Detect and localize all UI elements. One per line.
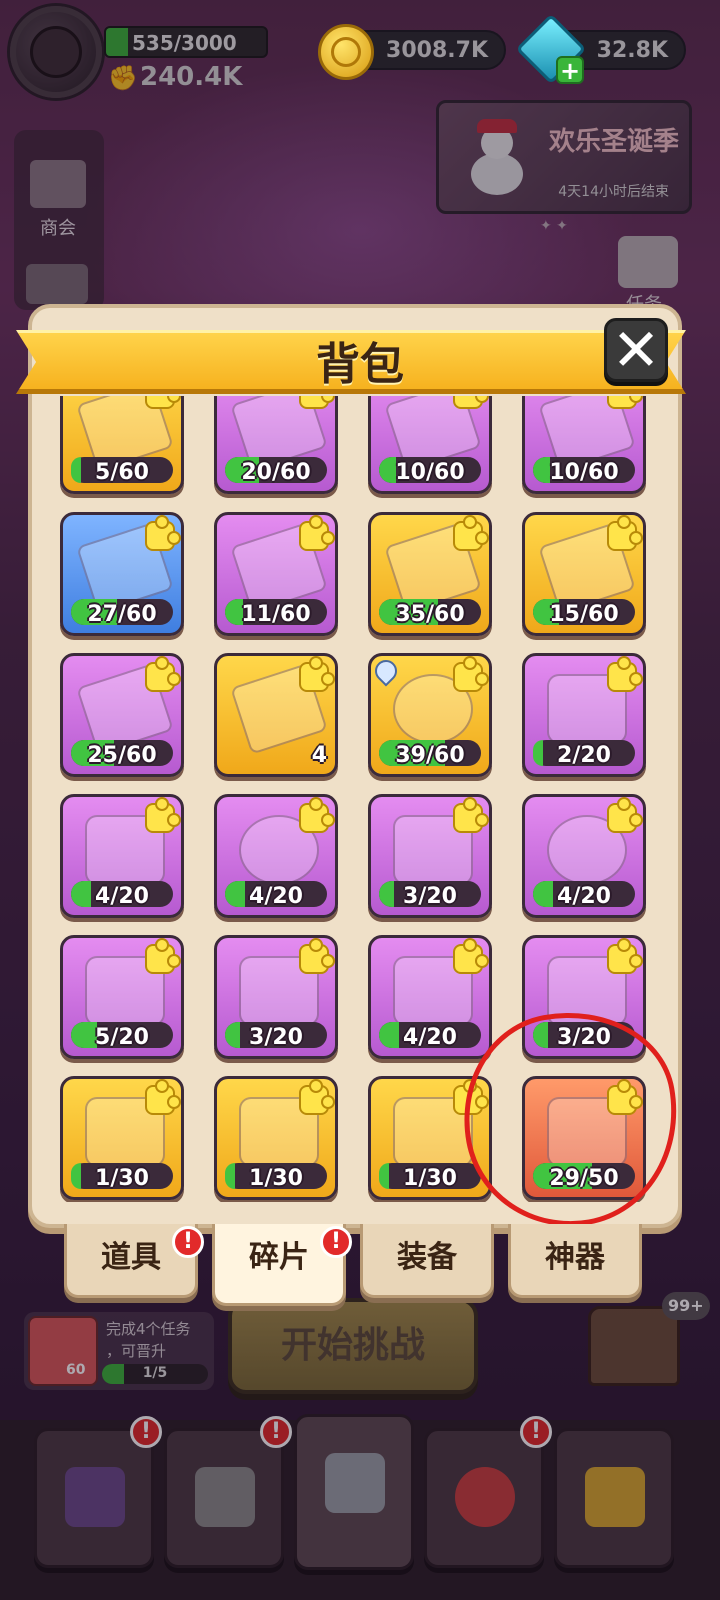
item-card[interactable]: 4/20 <box>60 794 184 918</box>
tab-label: 道具 <box>101 1240 161 1275</box>
item-card[interactable]: 1/30 <box>60 1076 184 1200</box>
fragment-count: 4/20 <box>557 884 611 909</box>
puzzle-piece-icon <box>299 1079 335 1115</box>
tab-label: 神器 <box>545 1240 605 1275</box>
item-card[interactable]: 25/60 <box>60 653 184 777</box>
item-card[interactable]: 4 <box>214 653 338 777</box>
tab-label: 碎片 <box>249 1240 309 1275</box>
item-card[interactable]: 4/20 <box>368 935 492 1059</box>
close-button[interactable]: ✕ <box>604 318 668 382</box>
item-card[interactable]: 29/50 <box>522 1076 646 1200</box>
water-drop-icon <box>371 656 402 687</box>
item-card[interactable]: 39/60 <box>368 653 492 777</box>
fragment-count: 3/20 <box>403 884 457 909</box>
fragment-count: 35/60 <box>395 602 465 627</box>
puzzle-piece-icon <box>453 656 489 692</box>
coin-icon <box>318 24 374 80</box>
puzzle-piece-icon <box>145 515 181 551</box>
fragment-count: 1/30 <box>95 1166 149 1191</box>
item-card[interactable]: 5/20 <box>60 935 184 1059</box>
puzzle-piece-icon <box>607 396 643 409</box>
fragment-count: 11/60 <box>241 602 311 627</box>
item-card[interactable]: 35/60 <box>368 512 492 636</box>
puzzle-piece-icon <box>299 656 335 692</box>
item-card[interactable]: 15/60 <box>522 512 646 636</box>
puzzle-piece-icon <box>607 1079 643 1115</box>
fragment-count: 15/60 <box>549 602 619 627</box>
item-card[interactable]: 5/60 <box>60 396 184 494</box>
fragment-count: 25/60 <box>87 743 157 768</box>
item-card[interactable]: 27/60 <box>60 512 184 636</box>
puzzle-piece-icon <box>453 515 489 551</box>
puzzle-piece-icon <box>453 797 489 833</box>
item-card[interactable]: 10/60 <box>368 396 492 494</box>
item-card[interactable]: 10/60 <box>522 396 646 494</box>
puzzle-piece-icon <box>145 797 181 833</box>
puzzle-piece-icon <box>453 1079 489 1115</box>
puzzle-piece-icon <box>145 938 181 974</box>
fragment-count: 20/60 <box>241 460 311 485</box>
fragment-count: 3/20 <box>557 1025 611 1050</box>
add-gems-button[interactable]: + <box>556 56 584 84</box>
puzzle-piece-icon <box>607 656 643 692</box>
item-card[interactable]: 2/20 <box>522 653 646 777</box>
fragment-count: 3/20 <box>249 1025 303 1050</box>
puzzle-piece-icon <box>145 396 181 409</box>
puzzle-piece-icon <box>299 938 335 974</box>
notification-badge: ! <box>320 1226 352 1258</box>
puzzle-piece-icon <box>453 396 489 409</box>
item-card[interactable]: 3/20 <box>214 935 338 1059</box>
fragment-count: 1/30 <box>403 1166 457 1191</box>
puzzle-piece-icon <box>299 396 335 409</box>
fragment-count: 10/60 <box>395 460 465 485</box>
tab-artifacts[interactable]: 神器 <box>508 1224 642 1298</box>
fragment-count: 39/60 <box>395 743 465 768</box>
fragment-count: 5/60 <box>95 460 149 485</box>
item-card[interactable]: 3/20 <box>368 794 492 918</box>
puzzle-piece-icon <box>299 797 335 833</box>
puzzle-piece-icon <box>145 1079 181 1115</box>
puzzle-piece-icon <box>607 797 643 833</box>
fragment-count: 1/30 <box>249 1166 303 1191</box>
fragment-count: 10/60 <box>549 460 619 485</box>
item-card[interactable]: 1/30 <box>214 1076 338 1200</box>
item-card[interactable]: 3/20 <box>522 935 646 1059</box>
item-card[interactable]: 1/30 <box>368 1076 492 1200</box>
fragment-count: 4/20 <box>95 884 149 909</box>
fragment-count: 27/60 <box>87 602 157 627</box>
fragment-count: 4/20 <box>249 884 303 909</box>
item-quantity: 4 <box>311 743 327 768</box>
puzzle-piece-icon <box>145 656 181 692</box>
item-card[interactable]: 4/20 <box>522 794 646 918</box>
fragment-count: 2/20 <box>557 743 611 768</box>
item-card[interactable]: 20/60 <box>214 396 338 494</box>
fragment-count: 29/50 <box>549 1166 619 1191</box>
item-card[interactable]: 11/60 <box>214 512 338 636</box>
item-grid: 5/60 20/60 10/60 10/60 27/60 11/60 35/60 15/60 2… <box>40 396 666 1202</box>
fragment-count: 5/20 <box>95 1025 149 1050</box>
puzzle-piece-icon <box>453 938 489 974</box>
puzzle-piece-icon <box>299 515 335 551</box>
tab-equipment[interactable]: 装备 <box>360 1224 494 1298</box>
puzzle-piece-icon <box>607 938 643 974</box>
fragment-count: 4/20 <box>403 1025 457 1050</box>
item-card[interactable]: 4/20 <box>214 794 338 918</box>
puzzle-piece-icon <box>607 515 643 551</box>
tab-label: 装备 <box>397 1240 457 1275</box>
notification-badge: ! <box>172 1226 204 1258</box>
